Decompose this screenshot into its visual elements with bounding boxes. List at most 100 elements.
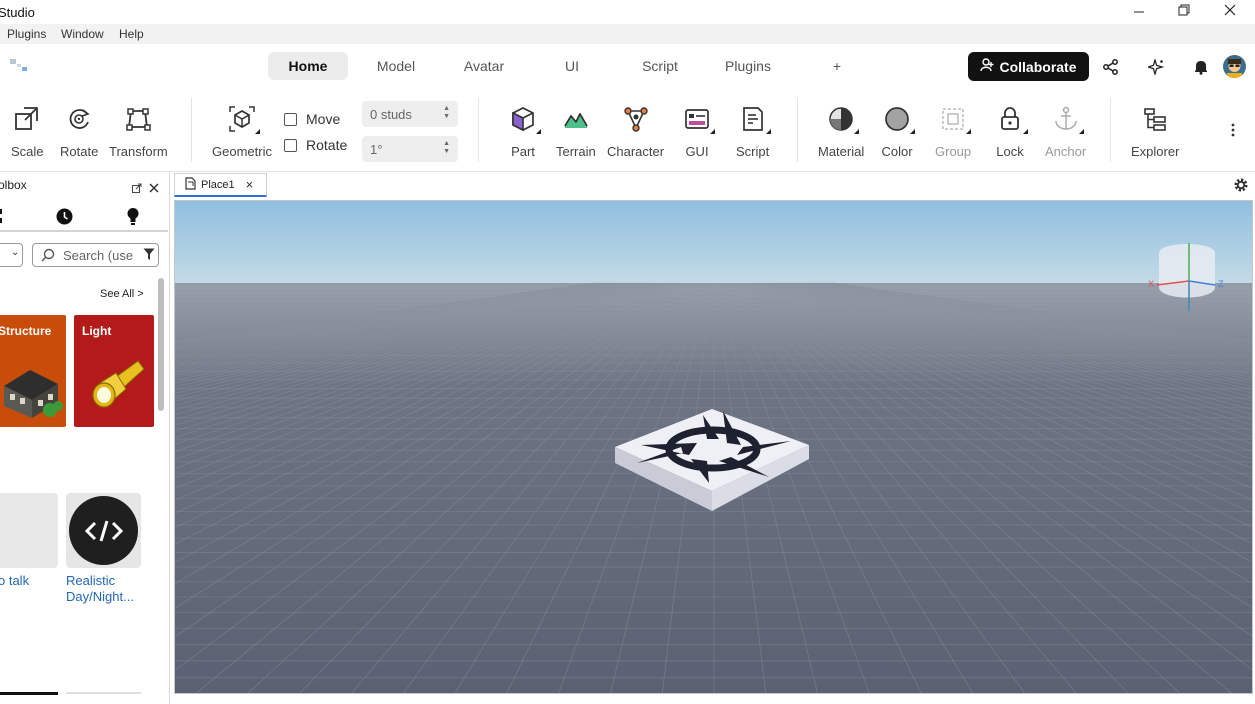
- grid-icon[interactable]: [0, 209, 3, 230]
- move-increment-stepper[interactable]: 0 studs ▲ ▼: [362, 101, 458, 127]
- asset-label[interactable]: Realistic: [66, 573, 115, 589]
- lock-icon: [994, 104, 1028, 134]
- rotate-increment-value: 1°: [370, 141, 383, 157]
- geometric-icon: [226, 104, 260, 134]
- close-panel-icon[interactable]: [149, 180, 159, 198]
- terrain-tool[interactable]: Terrain: [556, 104, 596, 159]
- ribbon-separator: [797, 98, 798, 162]
- gui-tool[interactable]: GUI: [681, 104, 715, 159]
- geometric-tool[interactable]: Geometric: [212, 104, 272, 159]
- pop-out-icon[interactable]: [132, 180, 142, 198]
- category-select[interactable]: ⌄: [0, 243, 23, 267]
- stepper-arrows-icon[interactable]: ▲ ▼: [443, 140, 450, 156]
- close-window-button[interactable]: [1207, 0, 1253, 24]
- assistant-sparkle-icon[interactable]: [1147, 58, 1165, 76]
- collaborate-label: Collaborate: [999, 58, 1077, 75]
- lock-label: Lock: [996, 144, 1024, 159]
- axis-z-label: Z: [1218, 279, 1224, 289]
- tab-label: Place1: [201, 178, 235, 191]
- tab-home[interactable]: Home: [268, 52, 348, 80]
- color-tool[interactable]: Color: [881, 104, 915, 159]
- 3d-viewport[interactable]: X Z: [174, 200, 1253, 694]
- ribbon-separator: [1110, 98, 1111, 162]
- close-tab-icon[interactable]: ×: [246, 177, 254, 192]
- tab-script[interactable]: Script: [630, 52, 690, 80]
- axis-x-label: X: [1148, 279, 1154, 289]
- transform-tool[interactable]: Transform: [109, 104, 168, 159]
- tab-avatar[interactable]: Avatar: [454, 52, 514, 80]
- toolbox-panel: olbox ⌄ Search (use See All > Structure: [0, 172, 170, 704]
- app-logo-icon: [10, 59, 28, 78]
- tab-ui[interactable]: UI: [552, 52, 592, 80]
- group-tool[interactable]: Group: [935, 104, 971, 159]
- asset-thumbnail[interactable]: [0, 493, 58, 568]
- menu-bar: Plugins Window Help: [0, 24, 1255, 44]
- character-tool[interactable]: Character: [607, 104, 664, 159]
- ribbon-separator: [478, 98, 479, 162]
- menu-plugins[interactable]: Plugins: [7, 27, 46, 41]
- window-title: Studio: [0, 5, 35, 20]
- rotate-tool[interactable]: Rotate: [60, 104, 98, 159]
- idea-bulb-icon[interactable]: [127, 207, 139, 231]
- notification-bell-icon[interactable]: [1192, 58, 1210, 76]
- code-icon: [69, 496, 138, 565]
- minimize-button[interactable]: [1116, 0, 1162, 24]
- snap-move-checkbox[interactable]: Move: [284, 111, 340, 127]
- category-card-light[interactable]: Light: [74, 315, 154, 427]
- asset-label[interactable]: Day/Night...: [66, 589, 134, 605]
- tab-place1[interactable]: Place1 ×: [174, 173, 267, 197]
- recent-clock-icon[interactable]: [56, 208, 73, 230]
- terrain-icon: [560, 104, 592, 134]
- anchor-tool[interactable]: Anchor: [1045, 104, 1086, 159]
- part-tool[interactable]: Part: [507, 104, 541, 159]
- lock-tool[interactable]: Lock: [994, 104, 1028, 159]
- user-avatar[interactable]: [1223, 55, 1246, 78]
- snap-move-label: Move: [306, 111, 341, 127]
- menu-help[interactable]: Help: [119, 27, 144, 41]
- house-thumbnail: [4, 370, 63, 418]
- share-icon[interactable]: [1102, 58, 1120, 76]
- material-icon: [825, 104, 860, 134]
- add-tab-button[interactable]: +: [822, 52, 852, 80]
- stepper-arrows-icon[interactable]: ▲ ▼: [443, 105, 450, 121]
- rotate-icon: [63, 104, 95, 134]
- script-icon: [737, 104, 771, 134]
- menu-window[interactable]: Window: [61, 27, 104, 41]
- chevron-down-icon: ⌄: [11, 247, 20, 258]
- checkbox-box: [284, 138, 297, 152]
- see-all-link[interactable]: See All >: [100, 288, 144, 300]
- transform-icon: [122, 104, 154, 134]
- rotate-increment-stepper[interactable]: 1° ▲ ▼: [362, 136, 458, 162]
- script-tool[interactable]: Script: [736, 104, 771, 159]
- tab-model[interactable]: Model: [366, 52, 426, 80]
- character-icon: [620, 104, 652, 134]
- category-card-structure[interactable]: Structure: [0, 315, 66, 427]
- more-options-icon[interactable]: [1228, 120, 1238, 140]
- group-icon: [937, 104, 972, 134]
- restore-button[interactable]: [1161, 0, 1207, 24]
- snap-rotate-checkbox[interactable]: Rotate: [284, 137, 347, 153]
- asset-label[interactable]: o talk: [0, 573, 29, 589]
- part-cube-icon: [507, 104, 541, 134]
- anchor-label: Anchor: [1045, 144, 1087, 159]
- collaborate-button[interactable]: Collaborate: [968, 52, 1089, 81]
- scale-tool[interactable]: Scale: [11, 104, 44, 159]
- move-increment-value: 0 studs: [370, 106, 412, 122]
- material-tool[interactable]: Material: [818, 104, 864, 159]
- character-label: Character: [607, 144, 665, 159]
- explorer-tool[interactable]: Explorer: [1131, 104, 1179, 159]
- explorer-label: Explorer: [1131, 144, 1180, 159]
- settings-gear-icon[interactable]: [1233, 177, 1249, 198]
- color-icon: [881, 104, 915, 134]
- script-label: Script: [736, 144, 770, 159]
- ribbon-separator: [191, 98, 192, 162]
- search-placeholder: Search (use: [63, 247, 134, 263]
- asset-thumbnail[interactable]: [66, 493, 141, 568]
- filter-icon[interactable]: [143, 248, 155, 264]
- toolbox-scrollbar[interactable]: [158, 278, 164, 411]
- tab-plugins[interactable]: Plugins: [716, 52, 780, 80]
- toolbox-search-input[interactable]: Search (use: [32, 243, 159, 267]
- scale-label: Scale: [11, 144, 44, 159]
- place-file-icon: [185, 176, 196, 193]
- gui-label: GUI: [685, 144, 709, 159]
